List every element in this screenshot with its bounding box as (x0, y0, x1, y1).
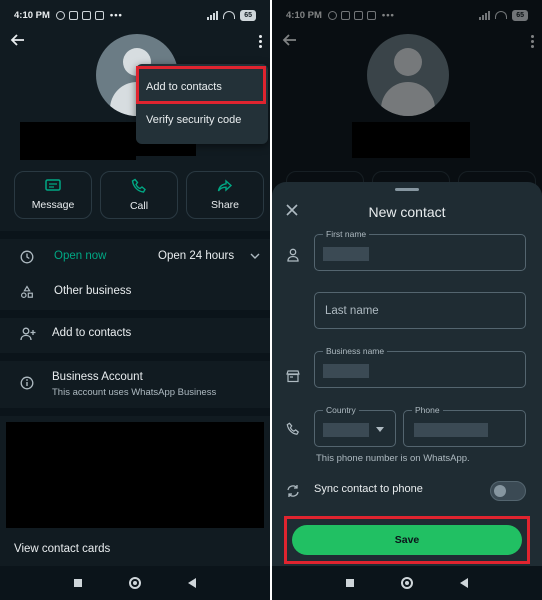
redacted-value (323, 364, 369, 378)
last-name-placeholder: Last name (325, 305, 379, 317)
drag-handle[interactable] (395, 188, 419, 191)
redacted-panel (6, 422, 264, 528)
business-hours-row[interactable]: Open now Open 24 hours (0, 250, 270, 266)
business-name-field[interactable]: Business name (314, 346, 526, 388)
business-account-subtitle: This account uses WhatsApp Business (52, 387, 217, 398)
save-button[interactable]: Save (292, 525, 522, 555)
business-account-row[interactable]: Business Account This account uses Whats… (0, 371, 270, 401)
alarm-icon (55, 10, 65, 20)
back-arrow-icon[interactable] (10, 32, 26, 48)
business-category-row: Other business (0, 285, 270, 301)
divider (0, 353, 270, 361)
open-status: Open now (54, 250, 107, 262)
sheet-title: New contact (368, 204, 446, 220)
info-icon (20, 376, 34, 390)
system-nav-bar (272, 566, 542, 600)
phone-field[interactable]: Phone (403, 405, 526, 447)
share-label: Share (210, 199, 240, 211)
add-to-contacts-label: Add to contacts (52, 327, 132, 339)
dropdown-arrow-icon (376, 427, 384, 432)
redacted-name (20, 122, 136, 160)
whatsapp-helper-text: This phone number is on WhatsApp. (316, 453, 470, 464)
redacted-value (414, 423, 488, 437)
wifi-icon (223, 11, 236, 19)
share-button[interactable]: Share (186, 171, 264, 219)
recents-button[interactable] (345, 579, 354, 587)
sync-contact-label: Sync contact to phone (314, 483, 423, 495)
back-button[interactable] (188, 578, 197, 588)
phone-label: Phone (412, 405, 443, 415)
add-person-icon (20, 327, 36, 341)
message-icon (45, 179, 61, 191)
add-to-contacts-row[interactable]: Add to contacts (0, 327, 270, 343)
more-notifications-icon: ••• (109, 9, 123, 21)
message-button[interactable]: Message (14, 171, 92, 219)
view-contact-cards-row[interactable]: View contact cards (0, 543, 270, 559)
signal-icon (207, 10, 219, 20)
sync-icon (287, 485, 299, 497)
chevron-down-icon[interactable] (250, 253, 260, 260)
youtube-icon (68, 10, 78, 20)
call-button[interactable]: Call (100, 171, 178, 219)
hours-value: Open 24 hours (158, 250, 235, 262)
recents-button[interactable] (73, 579, 82, 587)
divider (0, 310, 270, 318)
sync-toggle[interactable] (490, 481, 526, 501)
divider (0, 408, 270, 416)
new-contact-sheet: New contact First name Last name Busines… (272, 182, 542, 566)
menu-item-verify-security-code[interactable]: Verify security code (146, 114, 241, 126)
system-nav-bar (0, 566, 270, 600)
first-name-label: First name (323, 229, 370, 239)
message-label: Message (31, 199, 75, 211)
business-name-label: Business name (323, 346, 388, 356)
share-icon (217, 179, 233, 192)
last-name-field[interactable]: Last name (314, 292, 526, 329)
back-button[interactable] (460, 578, 469, 588)
call-label: Call (129, 200, 149, 212)
redacted-value (323, 247, 369, 261)
contact-info-screen: 4:10 PM ••• 65 Add to contacts Verify se… (0, 0, 270, 600)
phone-icon (286, 422, 300, 435)
category-label: Other business (54, 285, 132, 297)
country-select[interactable]: Country (314, 405, 396, 447)
instagram-icon (94, 10, 104, 20)
home-button[interactable] (128, 577, 141, 589)
new-contact-screen: 4:10 PM ••• 65 New contact First name La… (272, 0, 542, 600)
phone-icon (131, 178, 146, 193)
highlight-box (136, 66, 266, 104)
more-options-icon[interactable] (259, 35, 262, 48)
battery-icon: 65 (240, 9, 256, 21)
divider (0, 231, 270, 239)
first-name-field[interactable]: First name (314, 229, 526, 271)
business-account-title: Business Account (52, 371, 143, 383)
home-button[interactable] (400, 577, 413, 589)
clock-icon (20, 250, 34, 264)
category-icon (20, 285, 33, 299)
redacted-value (323, 423, 369, 437)
youtube-icon (81, 10, 91, 20)
person-icon (287, 248, 299, 262)
store-icon (286, 370, 300, 383)
view-contact-cards-label: View contact cards (14, 543, 111, 555)
status-time: 4:10 PM (14, 9, 50, 21)
country-label: Country (323, 405, 359, 415)
status-bar: 4:10 PM ••• 65 (0, 0, 270, 30)
